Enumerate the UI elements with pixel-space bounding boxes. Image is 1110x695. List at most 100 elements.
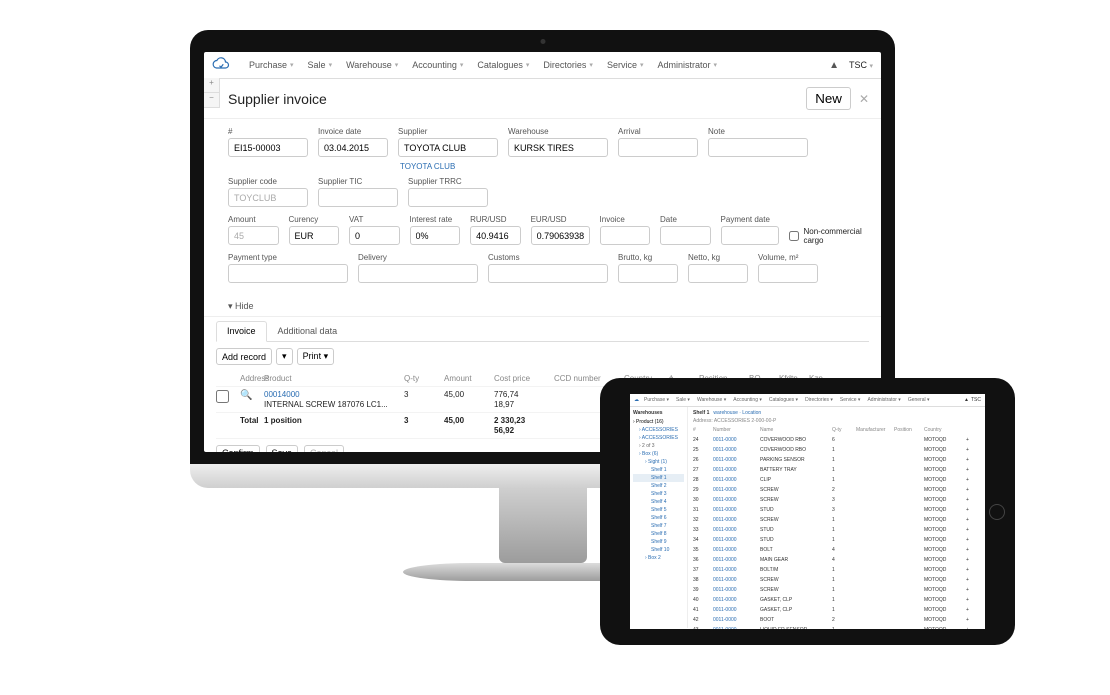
product-number-link[interactable]: 0011-0000 xyxy=(713,506,758,514)
menu-service[interactable]: Service ▾ xyxy=(837,396,864,404)
left-panel-toggle[interactable]: +− xyxy=(204,78,220,108)
product-number-link[interactable]: 0011-0000 xyxy=(713,576,758,584)
tree-item[interactable]: Shelf 1 xyxy=(633,466,684,474)
payment-type-input[interactable] xyxy=(228,264,348,283)
add-record-dropdown[interactable]: ▾ xyxy=(276,348,293,365)
grid-cell[interactable]: + xyxy=(966,576,980,584)
menu-administrator[interactable]: Administrator ▾ xyxy=(650,56,724,74)
menu-purchase[interactable]: Purchase ▾ xyxy=(242,56,301,74)
save-button[interactable]: Save xyxy=(266,445,299,452)
grid-cell[interactable]: + xyxy=(966,546,980,554)
grid-cell[interactable]: + xyxy=(966,486,980,494)
menu-administrator[interactable]: Administrator ▾ xyxy=(864,396,903,404)
tree-item[interactable]: Shelf 8 xyxy=(633,530,684,538)
menu-service[interactable]: Service ▾ xyxy=(600,56,651,74)
invoice-field[interactable] xyxy=(600,226,651,245)
tab-additional-data[interactable]: Additional data xyxy=(267,321,349,341)
tree-item[interactable]: › 2 of 3 xyxy=(633,442,684,450)
product-number-link[interactable]: 0011-0000 xyxy=(713,556,758,564)
tree-item[interactable]: Shelf 4 xyxy=(633,498,684,506)
grid-cell[interactable]: + xyxy=(966,526,980,534)
menu-catalogues[interactable]: Catalogues ▾ xyxy=(766,396,801,404)
grid-cell[interactable]: + xyxy=(966,496,980,504)
netto-input[interactable] xyxy=(688,264,748,283)
grid-cell[interactable]: + xyxy=(966,606,980,614)
product-number-link[interactable]: 0011-0000 xyxy=(713,486,758,494)
note-input[interactable] xyxy=(708,138,808,157)
supplier-link[interactable]: TOYOTA CLUB xyxy=(400,162,455,171)
confirm-button[interactable]: Confirm xyxy=(216,445,260,452)
new-button[interactable]: New xyxy=(806,87,851,110)
tree-item[interactable]: Shelf 6 xyxy=(633,514,684,522)
menu-directories[interactable]: Directories ▾ xyxy=(536,56,600,74)
grid-cell[interactable]: + xyxy=(966,616,980,624)
tree-item[interactable]: › Box 2 xyxy=(633,554,684,562)
vat-input[interactable] xyxy=(349,226,400,245)
search-icon[interactable]: 🔍 xyxy=(240,390,264,401)
non-commercial-checkbox[interactable] xyxy=(789,231,799,241)
product-number-link[interactable]: 0011-0000 xyxy=(713,516,758,524)
menu-general[interactable]: General ▾ xyxy=(905,396,933,404)
customs-input[interactable] xyxy=(488,264,608,283)
menu-warehouse[interactable]: Warehouse ▾ xyxy=(694,396,729,404)
grid-cell[interactable]: + xyxy=(966,456,980,464)
tree-item[interactable]: Shelf 1 xyxy=(633,474,684,482)
grid-cell[interactable]: + xyxy=(966,466,980,474)
user-icon[interactable]: ▲ xyxy=(964,397,969,403)
product-number-link[interactable]: 0011-0000 xyxy=(713,456,758,464)
tab-invoice[interactable]: Invoice xyxy=(216,321,267,342)
menu-warehouse[interactable]: Warehouse ▾ xyxy=(339,56,405,74)
close-icon[interactable]: ✕ xyxy=(859,92,869,106)
tree-item[interactable]: › Product (16) xyxy=(633,418,684,426)
product-number-link[interactable]: 0011-0000 xyxy=(713,446,758,454)
menu-purchase[interactable]: Purchase ▾ xyxy=(641,396,672,404)
product-number-link[interactable]: 0011-0000 xyxy=(713,586,758,594)
grid-cell[interactable]: + xyxy=(966,516,980,524)
product-number-link[interactable]: 0011-0000 xyxy=(713,546,758,554)
product-number-link[interactable]: 0011-0000 xyxy=(713,526,758,534)
product-number-link[interactable]: 0011-0000 xyxy=(713,496,758,504)
account-dropdown[interactable]: TSC xyxy=(971,397,981,403)
currency-input[interactable] xyxy=(289,226,340,245)
cancel-button[interactable]: Cancel xyxy=(304,445,344,452)
product-number-link[interactable]: 0011-0000 xyxy=(713,606,758,614)
menu-catalogues[interactable]: Catalogues ▾ xyxy=(470,56,536,74)
delivery-input[interactable] xyxy=(358,264,478,283)
menu-accounting[interactable]: Accounting ▾ xyxy=(730,396,765,404)
grid-cell[interactable]: + xyxy=(966,446,980,454)
tree-item[interactable]: › Box (6) xyxy=(633,450,684,458)
print-button[interactable]: Print ▾ xyxy=(297,348,335,365)
breadcrumb[interactable]: warehouse · Location xyxy=(713,410,761,416)
add-record-button[interactable]: Add record xyxy=(216,348,272,365)
menu-sale[interactable]: Sale ▾ xyxy=(673,396,693,404)
product-code-link[interactable]: 00014000 xyxy=(264,390,404,400)
menu-accounting[interactable]: Accounting ▾ xyxy=(405,56,470,74)
tree-item[interactable]: › Sight (1) xyxy=(633,458,684,466)
eurusd-input[interactable] xyxy=(531,226,590,245)
volume-input[interactable] xyxy=(758,264,818,283)
amount-input[interactable] xyxy=(228,226,279,245)
warehouse-input[interactable] xyxy=(508,138,608,157)
invoice-number-input[interactable] xyxy=(228,138,308,157)
tree-item[interactable]: Shelf 3 xyxy=(633,490,684,498)
grid-cell[interactable]: + xyxy=(966,596,980,604)
tree-item[interactable]: Shelf 2 xyxy=(633,482,684,490)
menu-directories[interactable]: Directories ▾ xyxy=(802,396,836,404)
menu-sale[interactable]: Sale ▾ xyxy=(301,56,340,74)
arrival-input[interactable] xyxy=(618,138,698,157)
account-dropdown[interactable]: TSC ▾ xyxy=(849,60,873,70)
product-number-link[interactable]: 0011-0000 xyxy=(713,436,758,444)
tree-item[interactable]: › ACCESSORIES xyxy=(633,434,684,442)
brutto-input[interactable] xyxy=(618,264,678,283)
grid-cell[interactable]: + xyxy=(966,556,980,564)
grid-cell[interactable]: + xyxy=(966,506,980,514)
date-field[interactable] xyxy=(660,226,711,245)
interest-rate-input[interactable] xyxy=(410,226,461,245)
tree-item[interactable]: Shelf 5 xyxy=(633,506,684,514)
supplier-tic-input[interactable] xyxy=(318,188,398,207)
grid-cell[interactable]: + xyxy=(966,436,980,444)
hide-toggle[interactable]: ▾ Hide xyxy=(204,299,881,314)
supplier-code-input[interactable] xyxy=(228,188,308,207)
grid-cell[interactable]: + xyxy=(966,586,980,594)
product-number-link[interactable]: 0011-0000 xyxy=(713,536,758,544)
